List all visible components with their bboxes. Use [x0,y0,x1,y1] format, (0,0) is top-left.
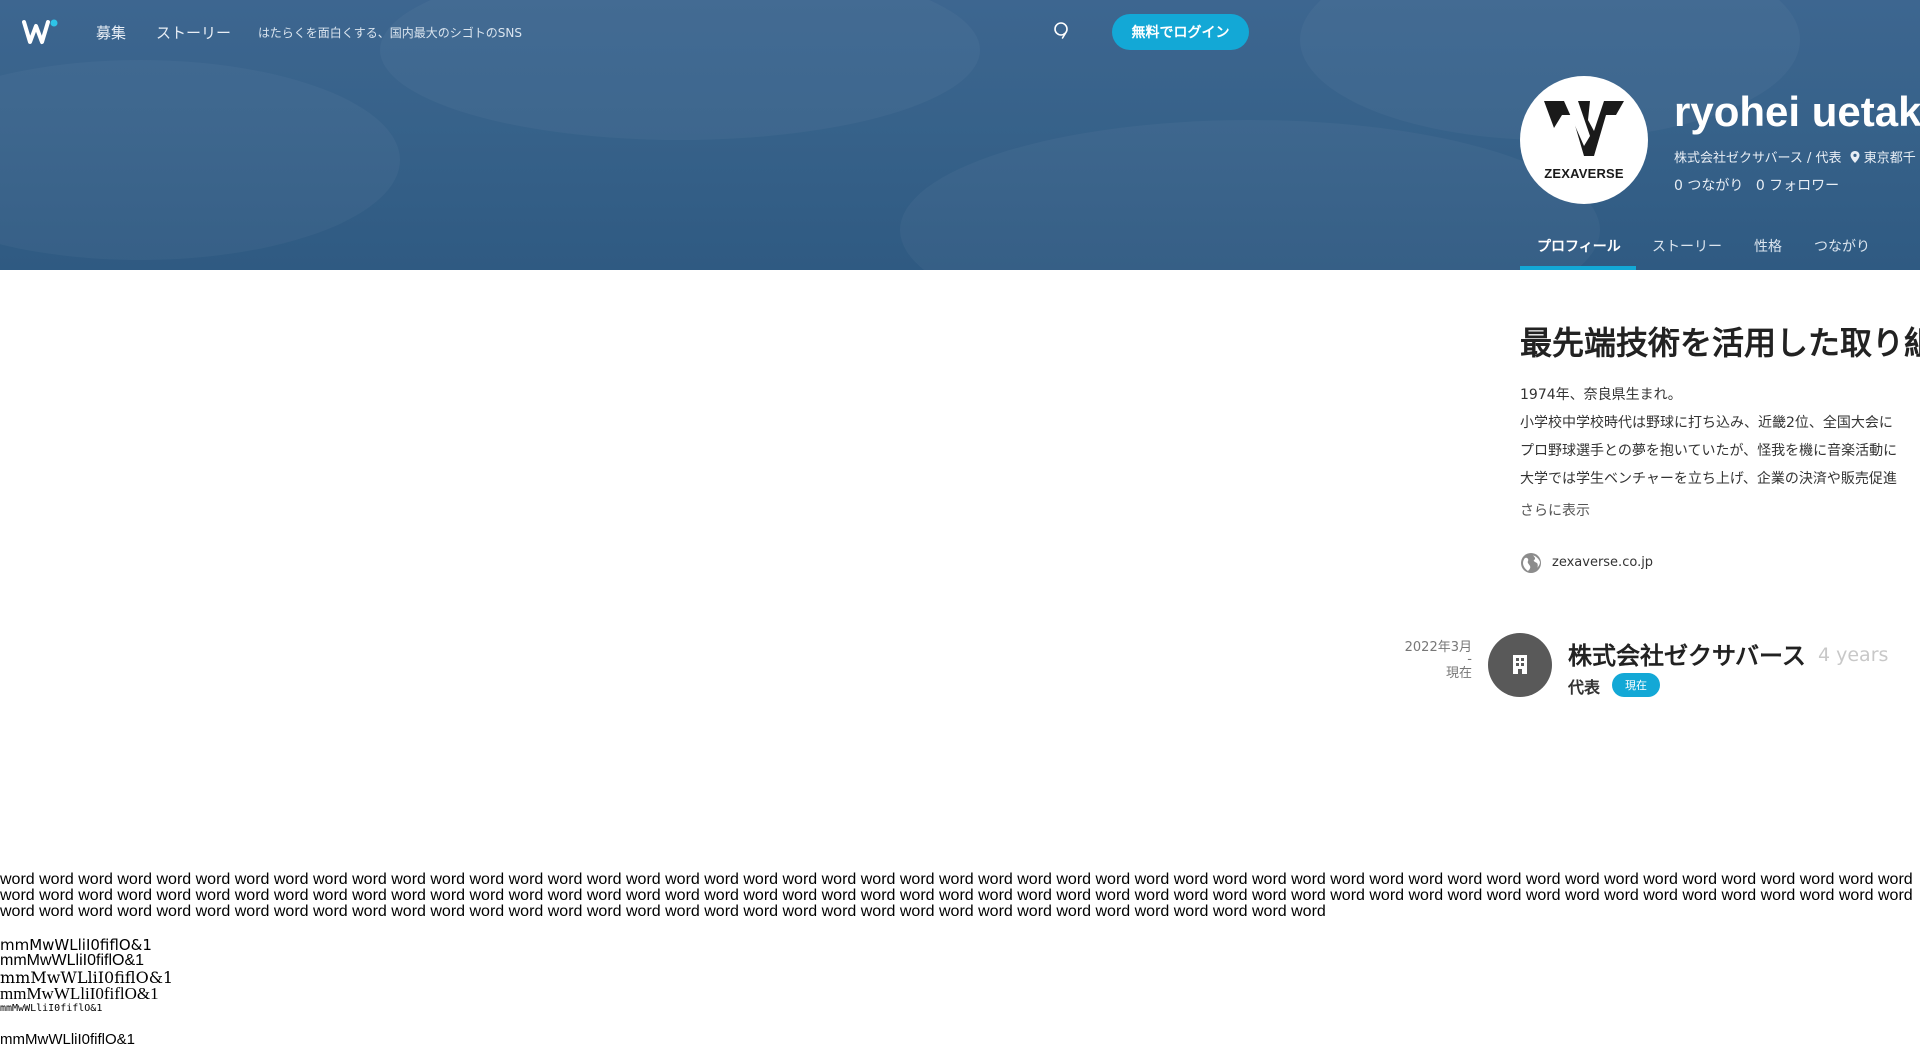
career-date-start: 2022年3月 [1404,640,1472,655]
company-duration: 4 years [1818,644,1889,666]
profile-headline: 最先端技術を活用した取り組 [1520,324,1920,362]
avatar: ZEXAVERSE [1520,76,1648,204]
followers-count[interactable]: 0 フォロワー [1756,178,1839,194]
current-badge: 現在 [1612,673,1660,697]
nav-link-stories[interactable]: ストーリー [156,22,231,43]
hero-texture [900,120,1600,270]
tab-profile[interactable]: プロフィール [1537,236,1621,256]
tab-personality[interactable]: 性格 [1754,236,1782,256]
career-role: 代表 [1568,678,1601,697]
bio-line: 小学校中学校時代は野球に打ち込み、近畿2位、全国大会に [1520,415,1893,431]
top-nav: 募集 ストーリー はたらくを面白くする、国内最大のシゴトのSNS 無料でログイン [0,0,1920,64]
zexaverse-logo-icon [1544,101,1624,156]
profile-subtitle: 株式会社ゼクサバース / 代表 東京都千 [1674,147,1916,166]
building-icon [1513,655,1527,674]
wantedly-logo-icon[interactable] [22,18,58,46]
profile-role: 株式会社ゼクサバース / 代表 [1674,151,1842,166]
tab-connections[interactable]: つながり [1814,236,1870,256]
tab-stories[interactable]: ストーリー [1652,236,1722,256]
active-tab-indicator [1520,266,1636,270]
hero-texture [0,60,400,260]
site-tagline: はたらくを面白くする、国内最大のシゴトのSNS [258,26,522,40]
bio-line: 大学では学生ベンチャーを立ち上げ、企業の決済や販売促進 [1520,471,1897,487]
career-date-end: 現在 [1445,666,1472,681]
font-sample: mmMwWLliI0fiflO&1 [0,984,159,1003]
nav-link-jobs[interactable]: 募集 [96,22,126,43]
career-dates: 2022年3月 - 現在 [1392,640,1472,682]
font-sample: mmMwWLliI0fiflO&1 [0,1031,136,1048]
profile-location: 東京都千 [1863,151,1916,166]
location-pin-icon [1850,151,1860,163]
connections-count[interactable]: 0 つながり [1674,178,1743,194]
career-date-separator: - [1467,652,1472,667]
test-word-block: word word word word word word word word … [0,872,1913,920]
company-icon[interactable] [1488,633,1552,697]
company-name[interactable]: 株式会社ゼクサバース [1568,636,1806,671]
show-more-link[interactable]: さらに表示 [1520,500,1590,520]
bio-line: プロ野球選手との夢を抱いていたが、怪我を機に音楽活動に [1520,443,1898,459]
search-icon[interactable] [1052,21,1072,41]
profile-name: ryohei uetak [1674,88,1920,135]
avatar-brand-text: ZEXAVERSE [1544,166,1624,181]
website-url[interactable]: zexaverse.co.jp [1552,555,1653,570]
profile-hero: 募集 ストーリー はたらくを面白くする、国内最大のシゴトのSNS 無料でログイン… [0,0,1920,270]
font-sample: mmMwWLliI0fiflO&1 [0,1003,103,1014]
bio-line: 1974年、奈良県生まれ。 [1520,387,1682,403]
login-button[interactable]: 無料でログイン [1112,14,1249,50]
profile-counts: 0 つながり 0 フォロワー [1674,175,1839,195]
globe-icon [1520,552,1542,574]
